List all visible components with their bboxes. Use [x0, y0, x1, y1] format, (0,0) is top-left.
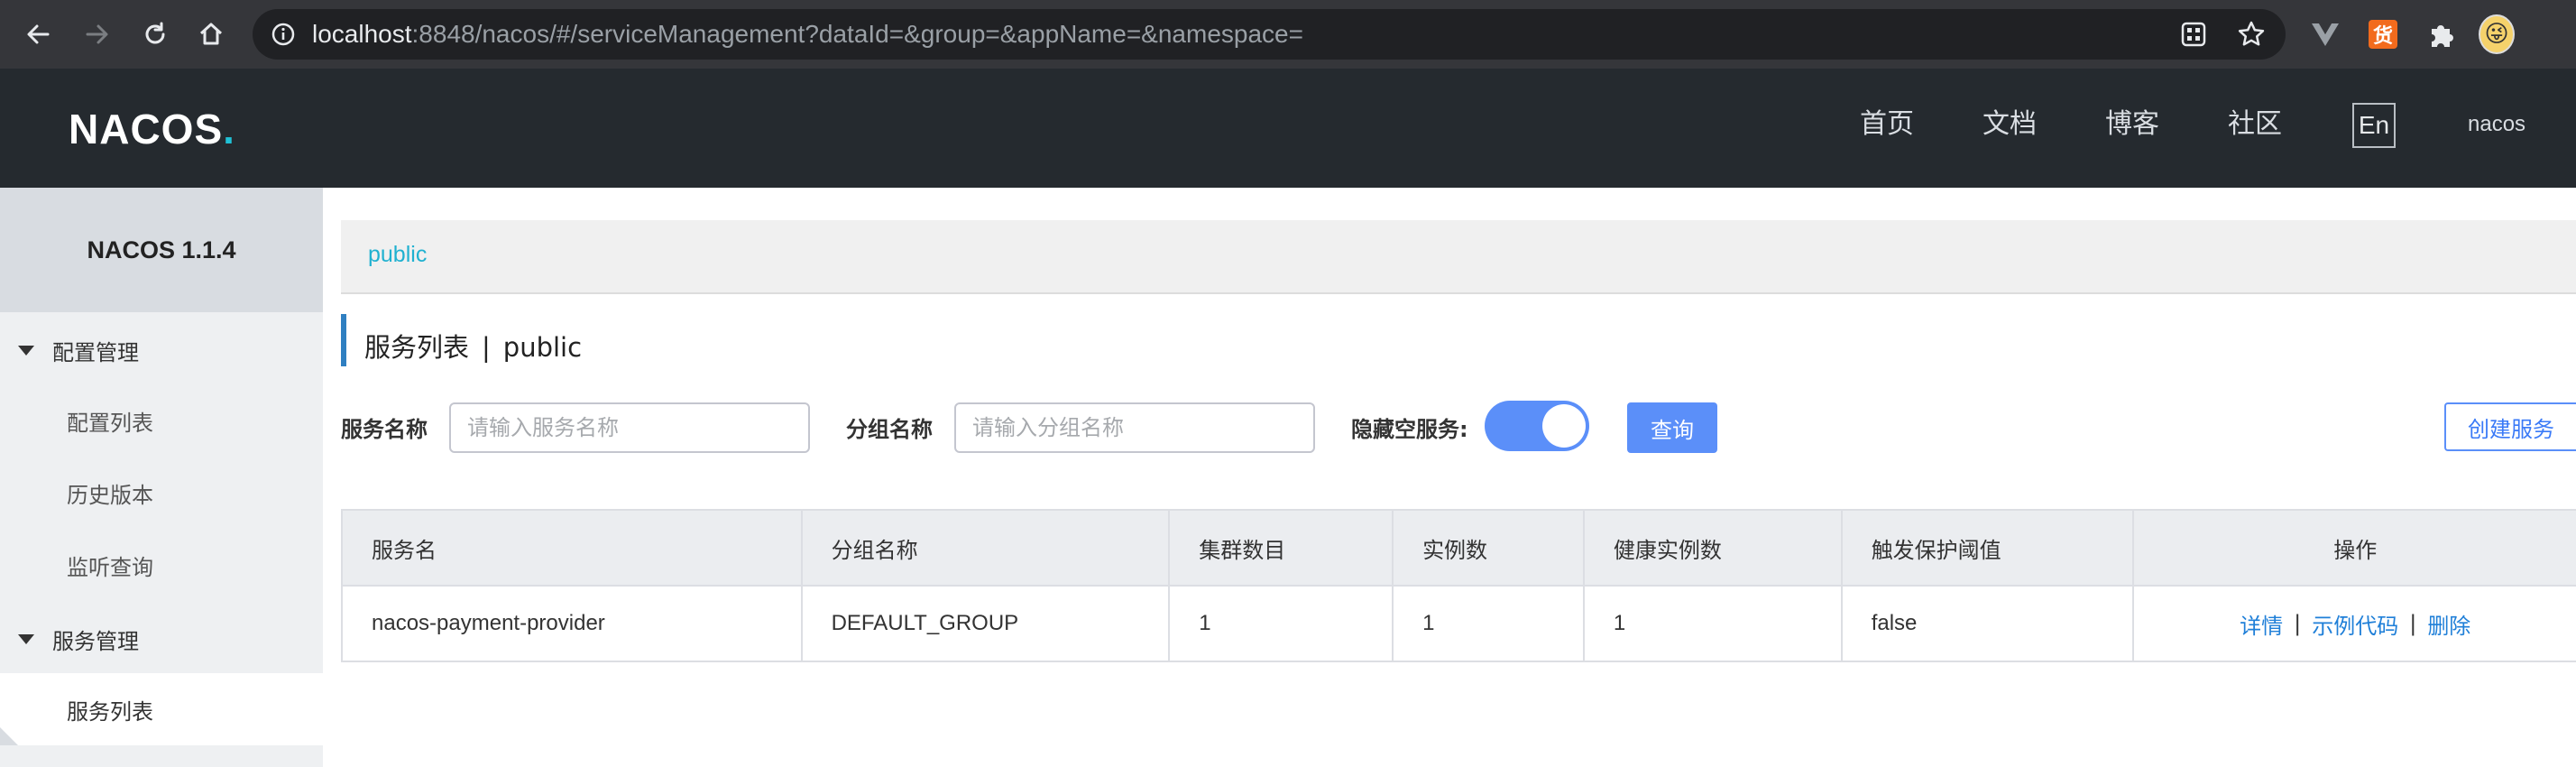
service-name-input[interactable]: [449, 402, 810, 453]
query-button[interactable]: 查询: [1627, 402, 1717, 453]
browser-toolbar: localhost:8848/nacos/#/serviceManagement…: [0, 0, 2576, 69]
cell-protect-threshold: false: [1843, 587, 2135, 661]
hide-empty-toggle[interactable]: [1485, 401, 1589, 451]
nav-community[interactable]: 社区: [2228, 106, 2282, 143]
column-header-service: 服务名: [343, 511, 803, 585]
nav-home[interactable]: 首页: [1860, 106, 1914, 143]
cell-group-name: DEFAULT_GROUP: [803, 587, 1171, 661]
profile-avatar-icon[interactable]: 😜: [2479, 14, 2515, 54]
home-icon[interactable]: [193, 16, 229, 52]
column-header-healthy: 健康实例数: [1585, 511, 1843, 585]
title-accent-bar: [341, 314, 346, 366]
nav-blog[interactable]: 博客: [2105, 106, 2159, 143]
create-service-button[interactable]: 创建服务: [2444, 402, 2576, 451]
address-bar[interactable]: localhost:8848/nacos/#/serviceManagement…: [253, 9, 2286, 60]
version-label: NACOS 1.1.4: [0, 188, 323, 312]
sidebar-item-history[interactable]: 历史版本: [0, 457, 323, 529]
group-name-input[interactable]: [954, 402, 1315, 453]
action-separator: |: [2294, 611, 2302, 636]
cell-cluster-count: 1: [1170, 587, 1394, 661]
namespace-bar: public: [341, 220, 2576, 294]
top-navigation: NACOS. 首页 文档 博客 社区 En nacos: [0, 69, 2576, 188]
column-header-clusters: 集群数目: [1170, 511, 1394, 585]
forward-icon[interactable]: [79, 16, 115, 52]
page-title-namespace: public: [502, 332, 583, 363]
language-switch-button[interactable]: En: [2352, 103, 2396, 148]
logo-text: NACOS: [69, 106, 224, 152]
qr-code-icon[interactable]: [2176, 16, 2212, 52]
back-icon[interactable]: [20, 16, 56, 52]
service-table: 服务名 分组名称 集群数目 实例数 健康实例数 触发保护阈值 操作 nacos-…: [341, 509, 2576, 662]
namespace-link-public[interactable]: public: [368, 242, 427, 268]
extension-badge-text: 货: [2369, 20, 2397, 49]
url-host: localhost: [312, 20, 412, 48]
sidebar-item-service-list[interactable]: 服务列表: [0, 673, 323, 745]
bookmark-star-icon[interactable]: [2233, 16, 2269, 52]
service-name-label: 服务名称: [341, 417, 428, 442]
toggle-knob: [1542, 404, 1586, 448]
sidebar-item-listener-query[interactable]: 监听查询: [0, 529, 323, 601]
sidebar-group-label: 配置管理: [52, 339, 139, 365]
delete-link[interactable]: 删除: [2427, 608, 2470, 640]
sample-code-link[interactable]: 示例代码: [2312, 608, 2398, 640]
table-header: 服务名 分组名称 集群数目 实例数 健康实例数 触发保护阈值 操作: [343, 511, 2576, 587]
url-path: :8848/nacos/#/serviceManagement?dataId=&…: [411, 20, 1303, 48]
hide-empty-label: 隐藏空服务:: [1351, 417, 1468, 442]
details-link[interactable]: 详情: [2240, 608, 2283, 640]
action-separator: |: [2409, 611, 2417, 636]
sidebar-group-service[interactable]: 服务管理: [0, 610, 323, 668]
sidebar-item-config-list[interactable]: 配置列表: [0, 384, 323, 457]
caret-down-icon: [18, 345, 34, 356]
caret-down-icon: [18, 633, 34, 644]
vue-devtools-icon[interactable]: [2307, 16, 2343, 52]
nav-docs[interactable]: 文档: [1983, 106, 2037, 143]
cell-service-name: nacos-payment-provider: [343, 587, 803, 661]
page-title-text: 服务列表: [364, 332, 470, 363]
cell-actions: 详情 | 示例代码 | 删除: [2134, 587, 2576, 661]
column-header-actions: 操作: [2333, 537, 2378, 563]
extension-badge-icon[interactable]: 货: [2365, 16, 2401, 52]
sidebar-group-label: 服务管理: [52, 628, 139, 654]
column-header-threshold: 触发保护阈值: [1843, 511, 2135, 585]
logo-dot: .: [223, 106, 235, 152]
group-name-label: 分组名称: [846, 417, 933, 442]
sidebar-group-config[interactable]: 配置管理: [0, 321, 323, 379]
user-menu[interactable]: nacos: [2468, 112, 2525, 137]
cell-healthy-count: 1: [1585, 587, 1843, 661]
nacos-logo[interactable]: NACOS.: [69, 105, 235, 153]
column-header-group: 分组名称: [803, 511, 1171, 585]
info-icon[interactable]: [271, 22, 296, 51]
page-title-separator: |: [482, 332, 491, 363]
table-row: nacos-payment-provider DEFAULT_GROUP 1 1…: [343, 587, 2576, 661]
cell-instance-count: 1: [1394, 587, 1585, 661]
sidebar: NACOS 1.1.4 配置管理 配置列表 历史版本 监听查询 服务管理 服务列…: [0, 188, 323, 767]
url-text[interactable]: localhost:8848/nacos/#/serviceManagement…: [312, 19, 1303, 50]
reload-icon[interactable]: [137, 16, 173, 52]
page-title: 服务列表 | public: [364, 327, 582, 365]
column-header-instances: 实例数: [1394, 511, 1585, 585]
extensions-puzzle-icon[interactable]: [2423, 16, 2459, 52]
